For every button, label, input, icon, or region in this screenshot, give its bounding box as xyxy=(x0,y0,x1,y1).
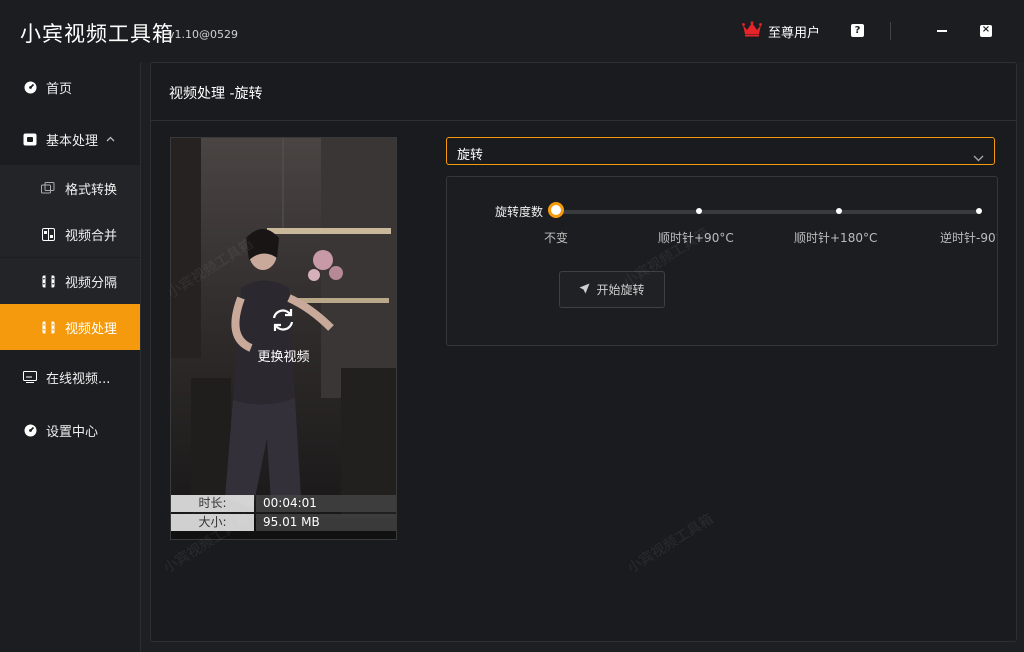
rotation-mark-cw180[interactable]: 顺时针+180°C xyxy=(794,229,877,246)
sidebar-item-settings[interactable]: 设置中心 xyxy=(0,407,140,453)
help-button[interactable]: ? xyxy=(851,24,864,37)
start-rotate-button[interactable]: 开始旋转 xyxy=(559,271,665,308)
box-icon xyxy=(23,132,37,146)
sidebar-item-label: 在线视频... xyxy=(46,371,111,387)
slider-stop-dot[interactable] xyxy=(836,208,842,214)
mode-select-value: 旋转 xyxy=(457,148,484,163)
duration-row: 时长: 00:04:01 xyxy=(171,495,396,513)
film-icon xyxy=(41,320,55,334)
mode-select[interactable]: 旋转 xyxy=(446,137,995,165)
sidebar-item-format-convert[interactable]: 格式转换 xyxy=(0,165,140,211)
vip-user-label: 至尊用户 xyxy=(768,25,821,41)
minimize-button[interactable] xyxy=(934,21,950,41)
format-convert-icon xyxy=(41,181,55,195)
sidebar-item-label: 基本处理 xyxy=(46,133,99,149)
start-rotate-label: 开始旋转 xyxy=(596,283,645,297)
title-bar: 小宾视频工具箱 v1.10@0529 至尊用户 ? × xyxy=(0,0,1024,62)
sidebar-item-video-process[interactable]: 视频处理 xyxy=(0,304,140,350)
settings-icon xyxy=(23,423,37,437)
rotation-slider-handle[interactable] xyxy=(548,202,564,218)
crown-icon xyxy=(742,21,762,41)
rotation-options-card: 旋转度数 不变 顺时针+90°C 顺时针+180°C 逆时针-90°C 开始旋转… xyxy=(446,176,998,346)
sidebar-item-home[interactable]: 首页 xyxy=(0,64,140,110)
sidebar-item-online-video[interactable]: 在线视频... xyxy=(0,354,140,400)
monitor-icon xyxy=(23,370,37,384)
vip-user-button[interactable]: 至尊用户 xyxy=(742,21,820,41)
chevron-down-icon xyxy=(973,147,984,166)
titlebar-divider xyxy=(890,22,891,40)
video-preview[interactable]: 更换视频 时长: 00:04:01 大小: 95.01 MB xyxy=(170,137,397,540)
dashboard-icon xyxy=(23,80,37,94)
rotation-slider-label: 旋转度数 xyxy=(495,205,544,219)
size-value: 95.01 MB xyxy=(256,514,396,531)
sidebar-item-label: 格式转换 xyxy=(65,182,118,198)
replace-video-button[interactable]: 更换视频 xyxy=(171,346,396,365)
app-version: v1.10@0529 xyxy=(168,28,238,41)
main-panel: 视频处理 -旋转 更换视频 时长: 00:04:01 大小: 95.01 MB … xyxy=(150,62,1017,642)
sidebar-item-label: 首页 xyxy=(46,81,73,97)
close-icon: × xyxy=(981,24,991,35)
watermark: 小宾视频工具箱 xyxy=(624,511,717,577)
page-title: 视频处理 -旋转 xyxy=(169,86,263,102)
app-title: 小宾视频工具箱 xyxy=(20,22,174,46)
sidebar-item-label: 视频合并 xyxy=(65,228,118,244)
sidebar-item-label: 设置中心 xyxy=(46,424,99,440)
size-key: 大小: xyxy=(171,514,254,531)
rotation-mark-none[interactable]: 不变 xyxy=(544,229,568,246)
merge-icon xyxy=(41,227,55,241)
sidebar-item-label: 视频分隔 xyxy=(65,275,118,291)
rotation-slider-track[interactable] xyxy=(559,208,982,214)
video-thumbnail xyxy=(171,138,396,539)
rotation-mark-ccw90[interactable]: 逆时针-90°C xyxy=(940,229,997,246)
slider-stop-dot[interactable] xyxy=(696,208,702,214)
sidebar-item-basic[interactable]: 基本处理 xyxy=(0,116,140,162)
chevron-up-icon xyxy=(106,134,115,145)
sidebar: 首页 基本处理 格式转换 视频合并 视频分隔 视频处理 在线视频... 设置中心 xyxy=(0,62,141,652)
send-icon xyxy=(579,283,590,297)
refresh-icon xyxy=(269,306,297,338)
sidebar-item-label: 视频处理 xyxy=(65,321,118,337)
slider-stop-dot[interactable] xyxy=(976,208,982,214)
sidebar-item-split[interactable]: 视频分隔 xyxy=(0,258,140,304)
duration-value: 00:04:01 xyxy=(256,495,396,512)
size-row: 大小: 95.01 MB xyxy=(171,514,396,532)
film-split-icon xyxy=(41,274,55,288)
panel-header: 视频处理 -旋转 xyxy=(151,63,1016,121)
sidebar-item-merge[interactable]: 视频合并 xyxy=(0,211,140,257)
close-button[interactable]: × xyxy=(980,24,992,37)
rotation-mark-cw90[interactable]: 顺时针+90°C xyxy=(658,229,734,246)
duration-key: 时长: xyxy=(171,495,254,512)
